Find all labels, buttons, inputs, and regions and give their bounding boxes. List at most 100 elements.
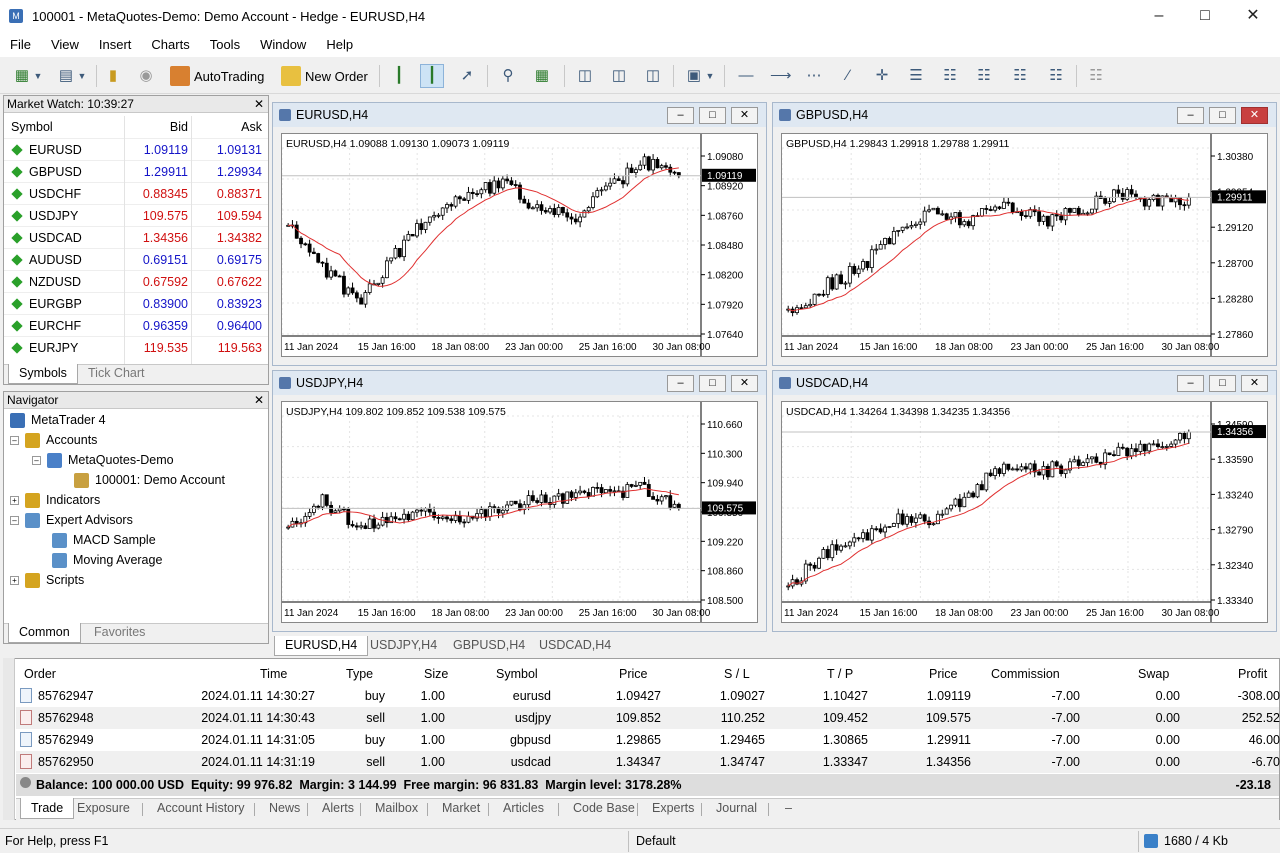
collapse-icon[interactable]: – [10,515,19,525]
trade-row[interactable]: 85762950 2024.01.11 14:31:19 sell 1.00 usdca… [16,751,1280,773]
tree-scripts[interactable]: + Scripts [10,570,84,590]
label-icon[interactable]: ☷ [1046,66,1066,86]
menu-help[interactable]: Help [316,33,363,57]
chart-minimize-button[interactable]: – [1177,107,1204,124]
chart-tab-eurusd[interactable]: EURUSD,H4 [274,636,369,656]
chart-maximize-button[interactable]: □ [699,375,726,392]
tree-metatrader[interactable]: MetaTrader 4 [10,410,106,430]
chart-close-button[interactable]: ✕ [1241,375,1268,392]
chart-plot[interactable]: 110.660110.300109.940109.350109.220108.8… [281,401,758,623]
terminal-tab-journal[interactable]: Journal [706,798,767,819]
price-chart[interactable]: 1.345901.335901.332401.327901.323401.333… [782,402,1267,622]
tree-macd-sample[interactable]: MACD Sample [52,530,156,550]
close-button[interactable]: ✕ [1230,0,1276,32]
terminal-tab-exposure[interactable]: Exposure [67,798,140,819]
terminal-tab-market[interactable]: Market [432,798,490,819]
zoom-in-icon[interactable]: ⚲ [498,66,518,86]
autoscroll-icon[interactable]: ◫ [609,66,629,86]
tab-common[interactable]: Common [8,623,81,643]
price-chart[interactable]: 1.09080 1.08920 1.08760 1.08480 1.08200 1.079… [282,134,757,356]
market-watch-row[interactable]: EURUSD 1.09119 1.09131 [4,138,268,160]
menu-charts[interactable]: Charts [141,33,199,57]
trade-row[interactable]: 85762947 2024.01.11 14:30:27 buy 1.00 eurusd… [16,685,1280,707]
tree-metaquotes-demo[interactable]: – MetaQuotes-Demo [32,450,174,470]
menu-tools[interactable]: Tools [200,33,250,57]
bar-chart-icon[interactable]: ┃ [389,66,409,86]
chart-close-button[interactable]: ✕ [731,107,758,124]
market-watch-row[interactable]: EURGBP 0.83900 0.83923 [4,292,268,314]
col-swap[interactable]: Swap [1138,667,1169,681]
col-sl[interactable]: S / L [724,667,750,681]
terminal-tabs-more-icon[interactable]: – [775,798,802,819]
market-watch-row[interactable]: USDCAD 1.34356 1.34382 [4,226,268,248]
trade-row[interactable]: 85762948 2024.01.11 14:30:43 sell 1.00 usdjp… [16,707,1280,729]
chart-window-usdcad[interactable]: USDCAD,H4–□✕ 1.345901.335901.332401.3279… [772,370,1277,632]
market-watch-row[interactable]: AUDUSD 0.69151 0.69175 [4,248,268,270]
tab-symbols[interactable]: Symbols [8,364,78,384]
new-chart-dropdown-icon[interactable]: ▼ [32,66,44,86]
col-type[interactable]: Type [346,667,373,681]
tab-tick-chart[interactable]: Tick Chart [78,364,155,384]
terminal-tab-alerts[interactable]: Alerts [312,798,364,819]
chart-tab-usdjpy[interactable]: USDJPY,H4 [360,636,447,656]
chart-close-button[interactable]: ✕ [731,375,758,392]
channel-icon[interactable]: ☷ [974,66,994,86]
terminal-tab-articles[interactable]: Articles [493,798,554,819]
col-open-price[interactable]: Price [619,667,647,681]
navigator-close-icon[interactable]: ✕ [254,392,264,409]
chart-minimize-button[interactable]: – [667,107,694,124]
price-chart[interactable]: 1.303801.299541.291201.287001.282801.278… [782,134,1267,356]
profiles-dropdown-icon[interactable]: ▼ [76,66,88,86]
autotrading-button[interactable]: AutoTrading [170,64,264,88]
maximize-button[interactable]: □ [1182,0,1228,32]
market-watch-close-icon[interactable]: ✕ [254,96,264,113]
line-chart-icon[interactable]: ➚ [457,66,477,86]
terminal-tab-news[interactable]: News [259,798,310,819]
globe-icon[interactable]: ◉ [136,66,156,86]
horizontal-line-icon[interactable]: — [736,66,756,86]
chart-minimize-button[interactable]: – [1177,375,1204,392]
col-commission[interactable]: Commission [991,667,1060,681]
terminal-tab-code-base[interactable]: Code Base [563,798,645,819]
market-watch-row[interactable]: USDJPY 109.575 109.594 [4,204,268,226]
minimize-button[interactable]: – [1136,0,1182,32]
terminal-side-bar[interactable] [3,658,15,820]
market-watch-row[interactable]: USDCHF 0.88345 0.88371 [4,182,268,204]
arrow-line-icon[interactable]: ⟶ [770,66,792,86]
tree-demo-account[interactable]: 100001: Demo Account [74,470,225,490]
expand-icon[interactable]: + [10,495,19,505]
expand-icon[interactable]: + [10,575,19,585]
menu-insert[interactable]: Insert [89,33,142,57]
market-watch-row[interactable]: GBPUSD 1.29911 1.29934 [4,160,268,182]
candlestick-chart-icon[interactable]: ┃ [420,64,444,88]
indicators-dropdown-icon[interactable]: ▼ [704,66,716,86]
chart-maximize-button[interactable]: □ [699,107,726,124]
bid-column-header[interactable]: Bid [170,120,188,134]
tree-expert-advisors[interactable]: – Expert Advisors [10,510,133,530]
trade-row[interactable]: 85762949 2024.01.11 14:31:05 buy 1.00 gbpusd… [16,729,1280,751]
open-folder-icon[interactable]: ▮ [103,66,123,86]
col-price[interactable]: Price [929,667,957,681]
text-icon[interactable]: ☷ [1010,66,1030,86]
chart-close-button[interactable]: ✕ [1241,107,1268,124]
tree-accounts[interactable]: – Accounts [10,430,97,450]
market-watch-row[interactable]: NZDUSD 0.67592 0.67622 [4,270,268,292]
indicators-icon[interactable]: ▣ [684,66,704,86]
collapse-icon[interactable]: – [10,435,19,445]
symbol-column-header[interactable]: Symbol [11,120,53,134]
col-profit[interactable]: Profit [1238,667,1267,681]
col-size[interactable]: Size [424,667,448,681]
new-order-button[interactable]: New Order [281,64,368,88]
col-symbol[interactable]: Symbol [496,667,538,681]
chart-plot[interactable]: 1.345901.335901.332401.327901.323401.333… [781,401,1268,623]
terminal-tab-experts[interactable]: Experts [642,798,704,819]
menu-file[interactable]: File [0,33,41,57]
ask-column-header[interactable]: Ask [241,120,262,134]
chart-minimize-button[interactable]: – [667,375,694,392]
profiles-icon[interactable]: ▤ [56,66,76,86]
col-time[interactable]: Time [260,667,287,681]
price-chart[interactable]: 110.660110.300109.940109.350109.220108.8… [282,402,757,622]
chart-plot[interactable]: 1.303801.299541.291201.287001.282801.278… [781,133,1268,357]
arrows-icon[interactable]: ☷ [1086,66,1106,86]
tree-moving-average[interactable]: Moving Average [52,550,162,570]
